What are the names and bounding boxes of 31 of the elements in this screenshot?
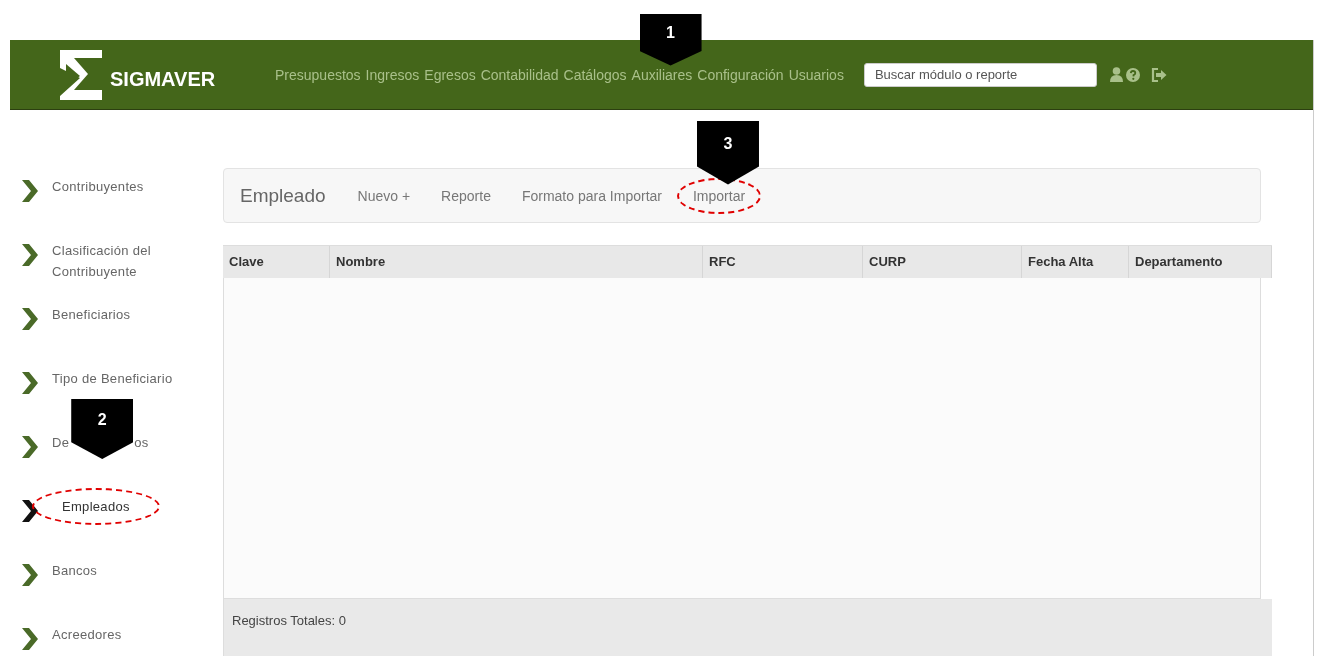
nav-link[interactable]: Ingresos (365, 66, 420, 83)
help-icon[interactable] (1125, 67, 1140, 82)
sigma-logo-icon (58, 49, 102, 100)
brand-name: SIGMAVER (110, 68, 216, 91)
total-records-text: Registros Totales: 0 (232, 613, 346, 628)
sidebar-link[interactable]: Contribuyentes (52, 176, 144, 197)
nav-link[interactable]: Catálogos (563, 66, 627, 83)
step-marker: 1 (639, 13, 702, 66)
search-field[interactable]: Buscar módulo o reporte (863, 62, 1097, 87)
step-marker: 3 (697, 120, 759, 185)
sidebar-link[interactable]: Clasificación del Contribuyente (52, 240, 223, 282)
toolbar-link[interactable]: Formato para Importar (521, 187, 662, 204)
step-marker: 2 (71, 399, 134, 459)
sidebar-link-fragment: os (134, 434, 149, 452)
nav-link[interactable]: Usuarios (788, 66, 844, 83)
sidebar-link[interactable]: Beneficiarios (52, 304, 131, 325)
sidebar-link[interactable]: Empleados (32, 488, 160, 525)
sidebar-link[interactable]: Tipo de Beneficiario (52, 368, 173, 389)
nav-link[interactable]: Contabilidad (480, 66, 559, 83)
sidebar-link[interactable]: Acreedores (52, 624, 122, 645)
nav-link[interactable]: Presupuestos (275, 66, 361, 83)
nav-link[interactable]: Auxiliares (631, 66, 693, 83)
sidebar-link[interactable]: De (52, 432, 70, 453)
nav-link[interactable]: Configuración (697, 66, 784, 83)
user-icon[interactable] (1109, 67, 1123, 82)
sidebar-link[interactable]: Bancos (52, 560, 98, 581)
toolbar-link[interactable]: Reporte (441, 187, 491, 204)
logout-icon[interactable] (1150, 67, 1167, 82)
page-title: Empleado (240, 184, 326, 207)
toolbar-link[interactable]: Nuevo + (357, 187, 411, 204)
nav-link[interactable]: Egresos (424, 66, 476, 83)
